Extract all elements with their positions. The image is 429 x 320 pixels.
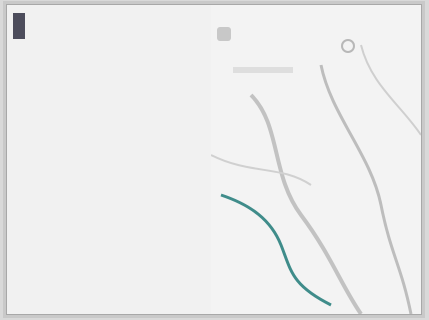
map-view[interactable] xyxy=(211,5,421,314)
map-toolbar xyxy=(217,27,257,49)
article-paragraph xyxy=(23,117,209,126)
map-road xyxy=(319,64,413,314)
article-content xyxy=(23,57,209,305)
map-river xyxy=(220,193,332,307)
info-panel xyxy=(7,5,211,314)
app-window xyxy=(6,4,422,315)
article-heading xyxy=(23,57,209,65)
map-road xyxy=(249,93,363,314)
article-paragraph xyxy=(23,75,209,84)
article-paragraph xyxy=(23,89,209,98)
app-logo-icon xyxy=(13,13,25,39)
map-label-bar xyxy=(233,67,293,73)
app-header xyxy=(13,11,205,39)
article-paragraph xyxy=(23,145,209,154)
map-road xyxy=(211,154,312,186)
map-canvas xyxy=(211,44,421,314)
article-paragraph xyxy=(23,103,209,112)
map-tool-icon[interactable] xyxy=(217,27,231,41)
search-icon[interactable] xyxy=(341,39,355,53)
article-paragraph xyxy=(23,131,209,140)
map-road xyxy=(360,44,421,136)
